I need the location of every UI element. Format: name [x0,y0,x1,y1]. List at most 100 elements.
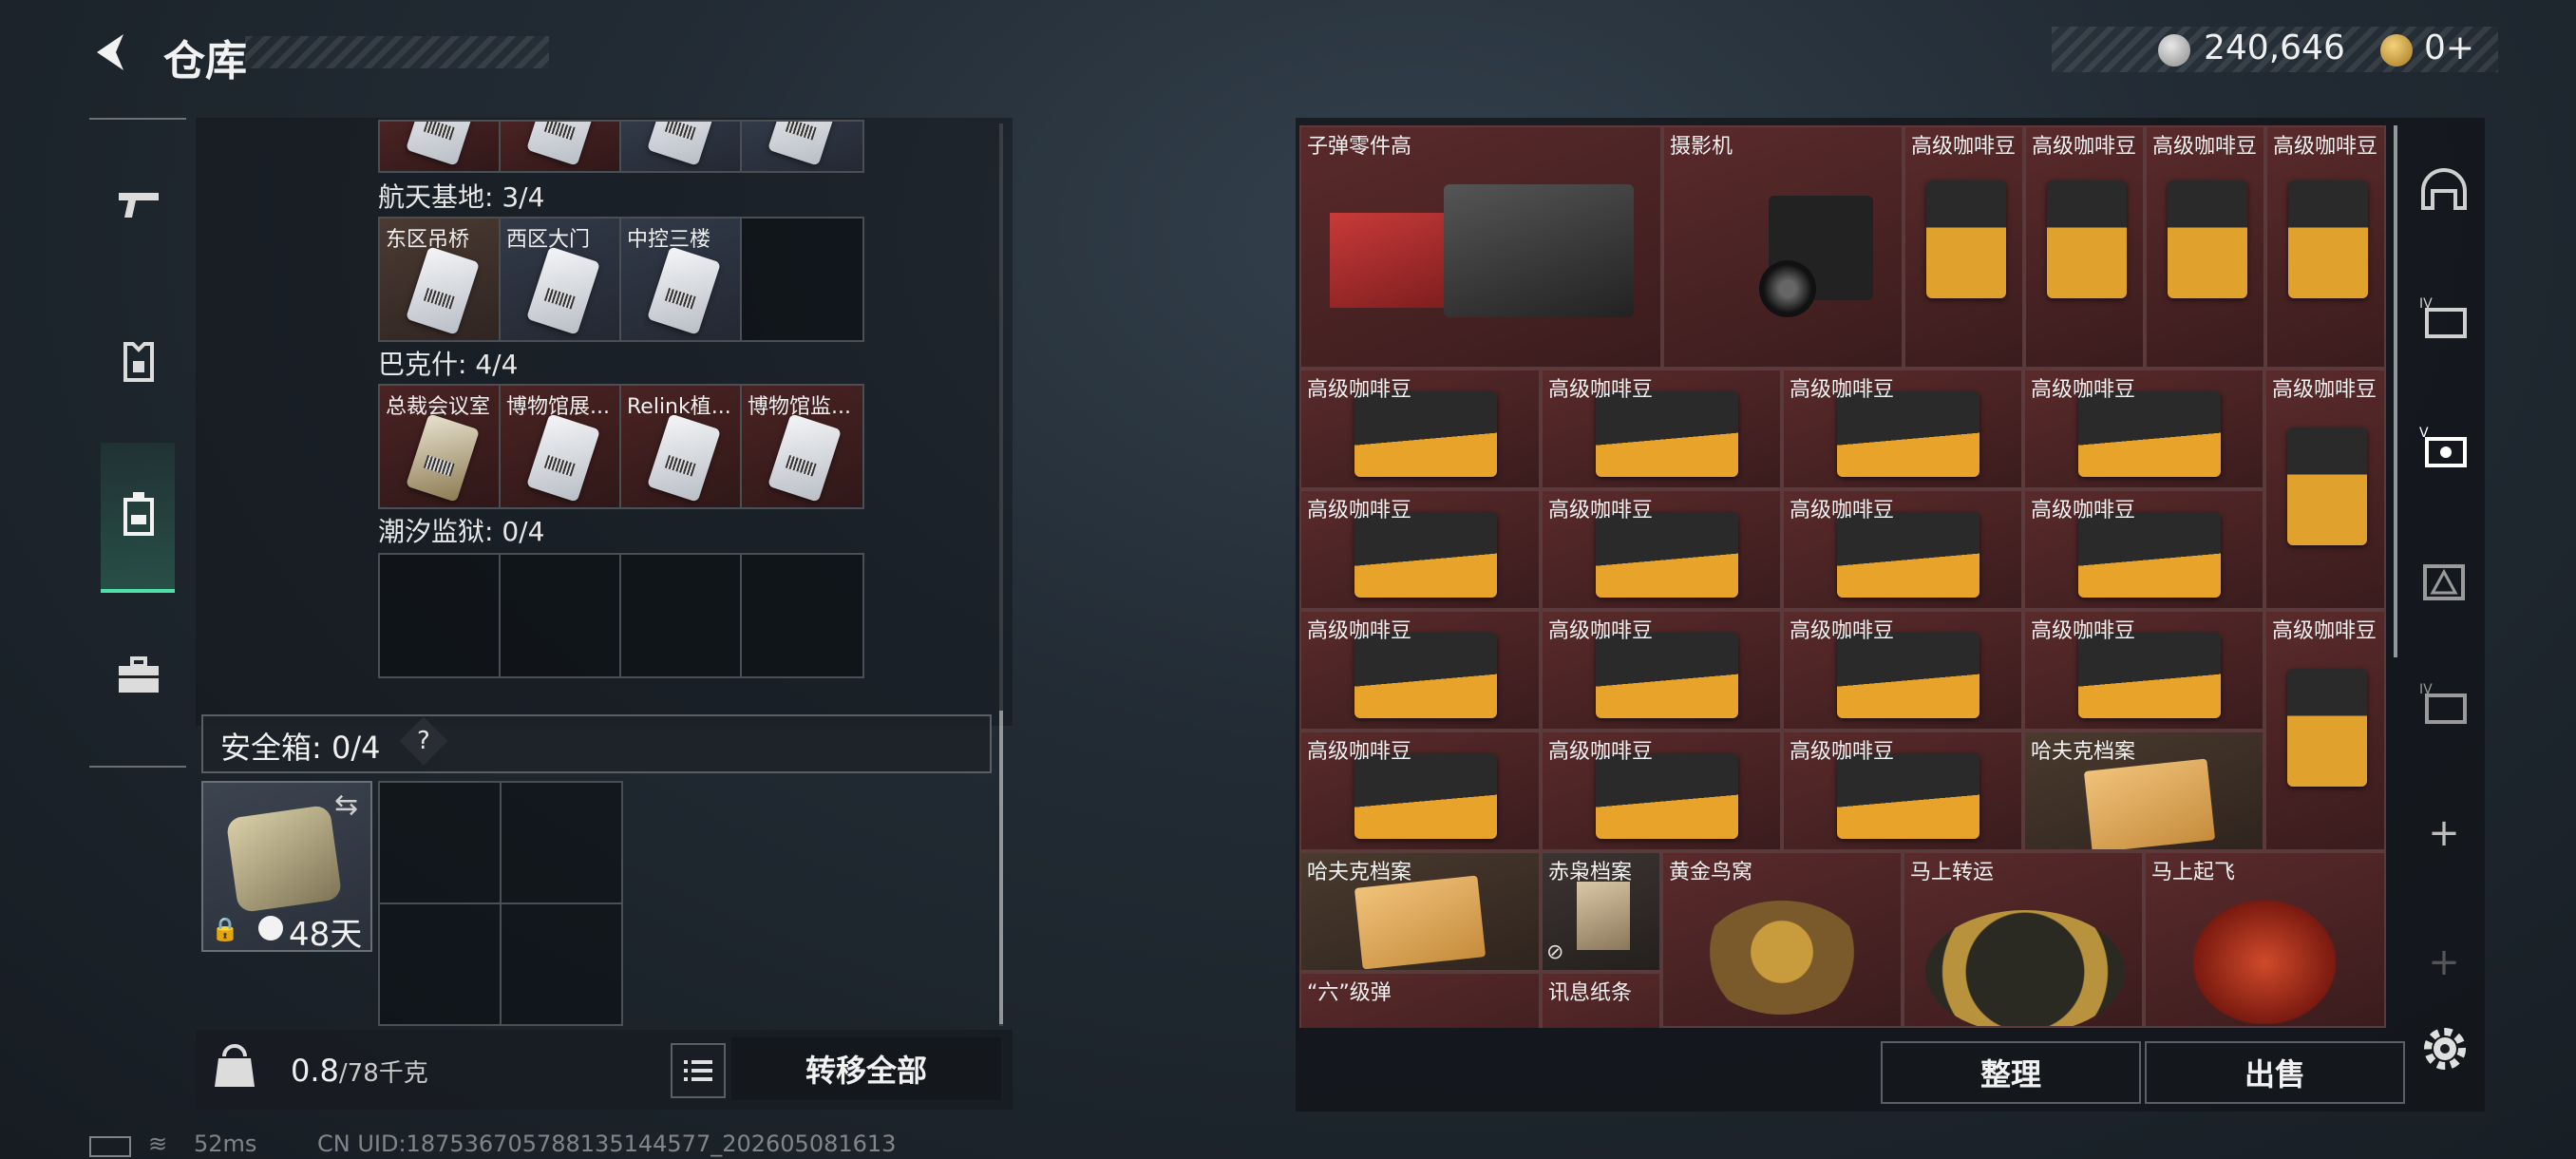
inventory-item[interactable]: 摄影机 [1662,125,1904,369]
ping-value: 52ms [194,1130,257,1157]
list-view-button[interactable] [671,1043,726,1098]
keycard-slot[interactable]: 博物馆监... [742,386,862,507]
inventory-item[interactable]: 高级咖啡豆 [2265,125,2386,369]
file-image [1577,882,1630,950]
weight-value: 0.8/78千克 [291,1053,428,1089]
inventory-scrollbar[interactable] [2394,125,2397,657]
keycard-row: 东区吊桥 西区大门 中控三楼 [378,217,864,342]
keycard-slot[interactable] [742,122,862,171]
inventory-item[interactable]: 讯息纸条 [1541,972,1661,1028]
nav-item-weapons[interactable] [91,133,186,276]
keycard-section-label: 潮汐监狱: 0/4 [378,516,545,547]
tab-storage-4[interactable]: IV [2413,285,2475,348]
help-label: ? [417,727,430,755]
item-label: 高级咖啡豆 [1790,378,1895,402]
item-label: 高级咖啡豆 [2272,378,2377,402]
item-label: 马上转运 [1910,861,1995,884]
keycard-slot[interactable]: 西区大门 [501,218,621,340]
inventory-item[interactable]: 高级咖啡豆 [1782,489,2023,610]
keycard-row: 总裁会议室 博物馆展... Relink植... 博物馆监... [378,384,864,509]
camera-lens-image [1759,260,1816,317]
inventory-item[interactable]: 高级咖啡豆 [2023,489,2264,610]
silver-coin-icon [2158,34,2190,66]
inventory-item[interactable]: 马上起飞 [2144,851,2386,1028]
item-label: 高级咖啡豆 [1548,619,1654,643]
currency-amount-gold[interactable]: 0+ [2424,28,2474,67]
inventory-item[interactable]: 高级咖啡豆 [1299,489,1541,610]
inventory-item[interactable]: 高级咖啡豆 [2264,369,2386,610]
inventory-item[interactable]: 高级咖啡豆 [2264,610,2386,851]
keycard-row-partial [378,120,864,173]
add-storage-button-disabled[interactable]: + [2413,931,2475,994]
keycard-section-label: 巴克什: 4/4 [378,349,519,380]
back-arrow-icon[interactable] [87,28,135,76]
backpack-icon [123,492,154,536]
tab-storage-4b[interactable]: IV [2413,671,2475,733]
inventory-item[interactable]: 高级咖啡豆 [2145,125,2265,369]
crate-v-icon: V [2419,426,2467,467]
nav-item-armor[interactable] [91,291,186,433]
keycard-slot[interactable]: Relink植... [621,386,742,507]
swap-icon[interactable]: ⇆ [334,788,358,822]
organize-button[interactable]: 整理 [1881,1041,2141,1104]
safe-box-item[interactable]: ⇆ 🔒 48天 [201,781,372,954]
add-storage-button[interactable]: + [2413,802,2475,864]
keycard-slot-empty[interactable] [621,555,742,676]
nav-item-toolbox[interactable] [91,604,186,747]
nav-item-backpack[interactable] [91,443,186,585]
keycard-slot[interactable]: 博物馆展... [501,386,621,507]
keycard-slot[interactable]: 东区吊桥 [380,218,501,340]
inventory-item[interactable]: 哈夫克档案 [2023,731,2264,851]
plus-icon: + [2428,811,2460,855]
item-label: 讯息纸条 [1548,981,1633,1005]
inventory-item[interactable]: 高级咖啡豆 [1782,369,2023,489]
inventory-item[interactable]: 高级咖啡豆 [1541,731,1782,851]
item-label: 哈夫克档案 [2031,740,2136,764]
title-decoration [245,36,549,68]
inventory-item[interactable]: 高级咖啡豆 [1782,731,2023,851]
keycard-slot-empty[interactable] [742,555,862,676]
keycard-slot-empty[interactable] [501,555,621,676]
inventory-item[interactable]: 高级咖啡豆 [2024,125,2145,369]
tab-storage-5[interactable]: V [2413,414,2475,477]
inventory-item[interactable]: 高级咖啡豆 [1299,610,1541,731]
left-scrollbar-thumb[interactable] [999,711,1003,1024]
keycard-label: 西区大门 [506,228,591,252]
safe-box-duration: 48天 [289,916,363,954]
keycard-slot[interactable]: 中控三楼 [621,218,742,340]
inventory-item[interactable]: 黄金鸟窝 [1661,851,1903,1028]
gear-icon[interactable] [2418,1022,2472,1075]
item-label: 高级咖啡豆 [2031,619,2136,643]
item-label: 哈夫克档案 [1307,861,1412,884]
keycard-slot-empty[interactable] [380,555,501,676]
item-label: 高级咖啡豆 [1307,619,1412,643]
keycard-slot[interactable] [380,122,501,171]
keycard-label: Relink植... [627,395,731,419]
inventory-item[interactable]: 马上转运 [1903,851,2144,1028]
keycard-slot[interactable]: 总裁会议室 [380,386,501,507]
inventory-item[interactable]: “六”级弹 [1299,972,1541,1028]
gun-icon [119,193,159,218]
inventory-item[interactable]: 子弹零件高 [1299,125,1662,369]
inventory-item[interactable]: 高级咖啡豆 [1541,610,1782,731]
safe-box-slots[interactable] [378,781,623,1026]
keycard-slot[interactable] [501,122,621,171]
sell-button[interactable]: 出售 [2145,1041,2405,1104]
item-label: “六”级弹 [1307,981,1392,1005]
keycard-slot[interactable] [621,122,742,171]
keycard-slot-empty[interactable] [742,218,862,340]
inventory-item[interactable]: 高级咖啡豆 [1541,369,1782,489]
tab-helmet[interactable] [2413,160,2475,222]
inventory-item[interactable]: 高级咖啡豆 [1299,731,1541,851]
inventory-item[interactable]: 高级咖啡豆 [1904,125,2024,369]
inventory-item[interactable]: 赤枭档案 ⊘ [1541,851,1661,972]
inventory-item[interactable]: 高级咖啡豆 [2023,610,2264,731]
inventory-item[interactable]: 高级咖啡豆 [1541,489,1782,610]
inventory-item[interactable]: 高级咖啡豆 [1299,369,1541,489]
inventory-item[interactable]: 哈夫克档案 [1299,851,1541,972]
inventory-item[interactable]: 高级咖啡豆 [1782,610,2023,731]
tab-storage-triangle[interactable] [2413,549,2475,612]
inventory-item[interactable]: 高级咖啡豆 [2023,369,2264,489]
transfer-all-button[interactable]: 转移全部 [731,1037,1001,1100]
keycard-label: 东区吊桥 [386,228,470,252]
